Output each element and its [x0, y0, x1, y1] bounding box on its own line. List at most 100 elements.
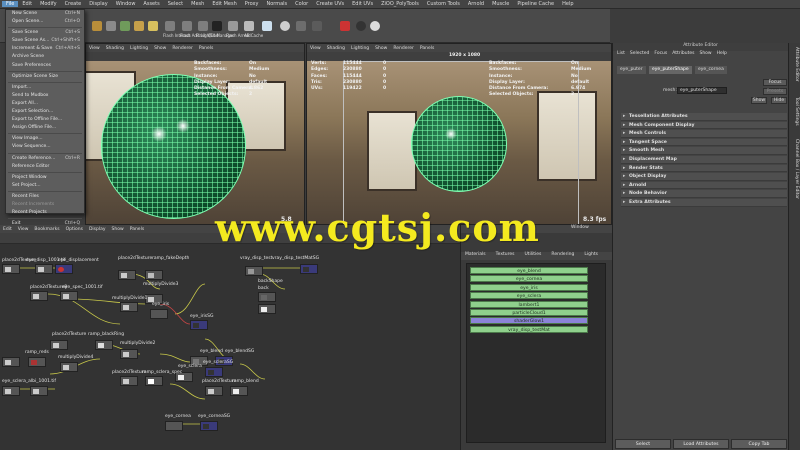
- material-swatch[interactable]: eye_iris: [470, 283, 588, 291]
- graph-node[interactable]: [120, 349, 138, 359]
- graph-node[interactable]: [2, 386, 20, 396]
- tab-textures[interactable]: Textures: [496, 252, 515, 260]
- material-swatch[interactable]: eye_blend: [470, 267, 588, 274]
- shelf-icon[interactable]: [106, 21, 116, 31]
- graph-node[interactable]: [150, 309, 168, 319]
- file-menu-item[interactable]: Create Reference... Ctrl+R: [6, 155, 84, 163]
- menu-edit-uvs[interactable]: Edit UVs: [348, 1, 377, 7]
- graph-node[interactable]: [145, 270, 163, 280]
- file-menu-item[interactable]: Recent Projects: [6, 209, 84, 217]
- menu-select[interactable]: Select: [164, 1, 187, 7]
- shelf-icon[interactable]: [312, 21, 322, 31]
- file-menu-item[interactable]: Save Scene Ctrl+S: [6, 29, 84, 37]
- file-menu-item[interactable]: View Image...: [6, 135, 84, 143]
- file-menu-item[interactable]: Export All...: [6, 100, 84, 108]
- graph-node[interactable]: [245, 266, 263, 276]
- graph-node[interactable]: [258, 292, 276, 302]
- menu-edit-mesh[interactable]: Edit Mesh: [208, 1, 240, 7]
- graph-node[interactable]: [190, 320, 208, 330]
- menu-help[interactable]: Help: [558, 1, 577, 7]
- graph-node[interactable]: [30, 386, 48, 396]
- menu-custom-tools[interactable]: Custom Tools: [423, 1, 464, 7]
- tab-eye-cornea[interactable]: eye_cornea: [695, 66, 727, 74]
- menu-file[interactable]: File: [2, 1, 19, 7]
- menu-item-shading[interactable]: Shading: [327, 46, 345, 51]
- graph-node[interactable]: [120, 302, 138, 312]
- menu-item-panels[interactable]: Panels: [130, 227, 144, 232]
- menu-item-selected[interactable]: Selected: [630, 51, 650, 59]
- shelf-icon[interactable]: [148, 21, 158, 31]
- tab-channel-box[interactable]: Channel Box / Layer Editor: [791, 139, 799, 199]
- menu-item-shading[interactable]: Shading: [106, 46, 124, 51]
- tab-utilities[interactable]: Utilities: [524, 252, 541, 260]
- material-swatch[interactable]: shaderGlow1: [470, 317, 588, 325]
- file-menu-item[interactable]: Archive Scene: [6, 53, 84, 61]
- graph-node[interactable]: [118, 270, 136, 280]
- load-attributes-button[interactable]: Load Attributes: [673, 439, 729, 449]
- graph-node[interactable]: [35, 264, 53, 274]
- graph-node[interactable]: [165, 421, 183, 431]
- attribute-section-header[interactable]: Render Stats: [621, 164, 787, 173]
- menu-window[interactable]: Window: [112, 1, 140, 7]
- menu-assets[interactable]: Assets: [139, 1, 163, 7]
- menu-color[interactable]: Color: [291, 1, 312, 7]
- menu-item-focus[interactable]: Focus: [654, 51, 667, 59]
- tab-eye-puter-shape[interactable]: eye_puterShape: [649, 66, 692, 74]
- attribute-section-header[interactable]: Mesh Controls: [621, 130, 787, 138]
- menu-item-renderer[interactable]: Renderer: [393, 46, 414, 51]
- menu-zioo-polytools[interactable]: ZiOO_PolyTools: [377, 1, 423, 7]
- copy-tab-button[interactable]: Copy Tab: [731, 439, 787, 449]
- menu-item-lighting[interactable]: Lighting: [351, 46, 369, 51]
- menu-mesh[interactable]: Mesh: [187, 1, 208, 7]
- shelf-icon[interactable]: [356, 21, 366, 31]
- shelf-icon[interactable]: [296, 21, 306, 31]
- hide-button[interactable]: Hide: [771, 97, 787, 104]
- graph-node[interactable]: [205, 367, 223, 377]
- menu-item-list[interactable]: List: [617, 51, 625, 59]
- menu-item-show[interactable]: Show: [112, 227, 124, 232]
- graph-node[interactable]: [60, 362, 78, 372]
- menu-display[interactable]: Display: [85, 1, 111, 7]
- graph-node[interactable]: [30, 291, 48, 301]
- tab-eye-puter[interactable]: eye_puter: [617, 66, 646, 74]
- file-menu-item[interactable]: Assign Offline File...: [6, 124, 84, 132]
- menu-arnold[interactable]: Arnold: [464, 1, 488, 7]
- menu-item-lighting[interactable]: Lighting: [130, 46, 148, 51]
- graph-node[interactable]: [258, 304, 276, 314]
- shelf-icon[interactable]: [134, 21, 144, 31]
- attribute-section-header[interactable]: Extra Attributes: [621, 199, 787, 207]
- file-menu-item[interactable]: Save Scene As... Ctrl+Shift+S: [6, 37, 84, 45]
- menu-proxy[interactable]: Proxy: [241, 1, 263, 7]
- tab-attribute-editor[interactable]: Attribute Editor: [791, 47, 799, 82]
- graph-node[interactable]: [205, 386, 223, 396]
- shelf-icon[interactable]: [120, 21, 130, 31]
- presets-button[interactable]: Presets: [763, 88, 787, 95]
- menu-item-display[interactable]: Display: [89, 227, 106, 232]
- menu-muscle[interactable]: Muscle: [488, 1, 513, 7]
- file-menu-item[interactable]: Increment & Save Ctrl+Alt+S: [6, 45, 84, 53]
- focus-button[interactable]: Focus: [763, 79, 787, 86]
- menu-normals[interactable]: Normals: [262, 1, 291, 7]
- graph-node[interactable]: [120, 376, 138, 386]
- file-menu-item[interactable]: Send to Mudbox: [6, 92, 84, 100]
- file-menu-item[interactable]: Export Selection...: [6, 108, 84, 116]
- menu-item-panels[interactable]: Panels: [420, 46, 434, 51]
- viewport-right[interactable]: View Shading Lighting Show Renderer Panels Ve…: [306, 43, 612, 225]
- mesh-name-field[interactable]: eye_puterShape: [677, 87, 727, 94]
- shelf-icon[interactable]: [92, 21, 102, 31]
- graph-node[interactable]: [60, 291, 78, 301]
- flash-interact-icon[interactable]: [165, 21, 175, 31]
- file-menu-item[interactable]: Import...: [6, 84, 84, 92]
- tab-materials[interactable]: Materials: [465, 252, 486, 260]
- material-swatch[interactable]: eye_cornea: [470, 275, 588, 283]
- viewport-left[interactable]: View Shading Lighting Show Renderer Panels Ba…: [85, 43, 305, 225]
- select-button[interactable]: Select: [615, 439, 671, 449]
- menu-item-panels[interactable]: Panels: [199, 46, 213, 51]
- file-menu-item[interactable]: New Scene Ctrl+N: [6, 10, 84, 18]
- graph-node[interactable]: [28, 357, 46, 367]
- graph-node[interactable]: [95, 340, 113, 350]
- file-menu-item[interactable]: Set Project...: [6, 182, 84, 190]
- attribute-section-header[interactable]: Tessellation Attributes: [621, 113, 787, 121]
- menu-create[interactable]: Create: [61, 1, 86, 7]
- material-swatch[interactable]: vray_disp_testMat: [470, 325, 588, 333]
